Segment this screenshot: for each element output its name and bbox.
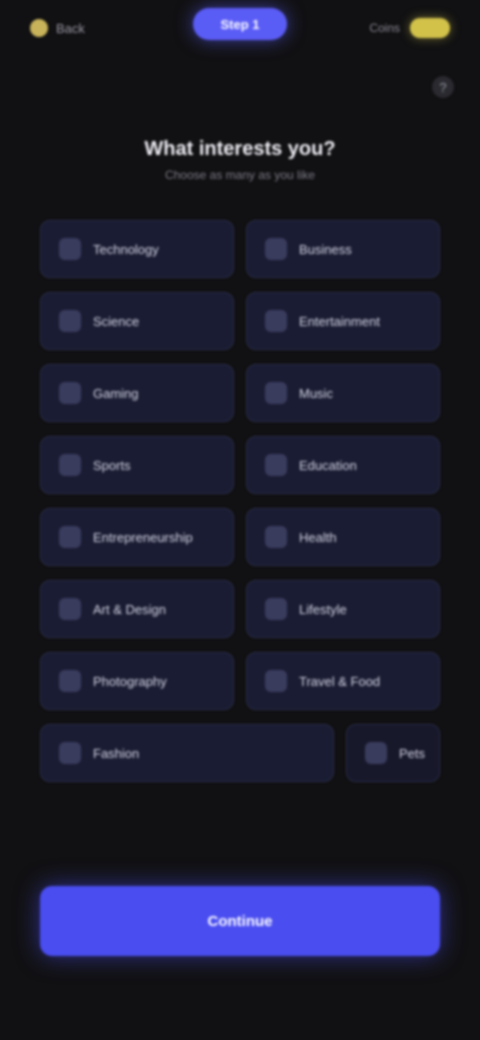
option-label: Photography: [93, 673, 167, 689]
category-icon: [59, 310, 81, 332]
category-icon: [265, 526, 287, 548]
option-chip[interactable]: Fashion: [40, 724, 334, 782]
option-chip[interactable]: Technology: [40, 220, 234, 278]
option-chip[interactable]: Gaming: [40, 364, 234, 422]
category-icon: [59, 598, 81, 620]
coin-icon: [410, 18, 450, 38]
category-icon: [59, 670, 81, 692]
option-chip[interactable]: Art & Design: [40, 580, 234, 638]
option-chip[interactable]: Lifestyle: [246, 580, 440, 638]
option-chip[interactable]: Music: [246, 364, 440, 422]
coin-balance[interactable]: Coins: [369, 14, 450, 42]
top-bar: Back Step 1 Coins: [0, 0, 480, 60]
option-label: Entertainment: [299, 313, 380, 329]
category-icon: [59, 238, 81, 260]
category-icon: [265, 670, 287, 692]
option-chip[interactable]: Pets: [346, 724, 440, 782]
category-icon: [265, 598, 287, 620]
page-title: What interests you?: [144, 138, 336, 160]
options-row: Fashion Pets: [40, 724, 440, 782]
option-label: Lifestyle: [299, 601, 347, 617]
category-icon: [59, 382, 81, 404]
option-chip[interactable]: Entrepreneurship: [40, 508, 234, 566]
category-icon: [265, 454, 287, 476]
category-icon: [265, 382, 287, 404]
options-row: Entrepreneurship Health: [40, 508, 440, 566]
options-row: Photography Travel & Food: [40, 652, 440, 710]
onboarding-interests-screen: Back Step 1 Coins ? What interests you? …: [0, 0, 480, 1040]
options-row: Science Entertainment: [40, 292, 440, 350]
option-label: Technology: [93, 241, 159, 257]
options-row: Sports Education: [40, 436, 440, 494]
category-icon: [365, 742, 387, 764]
options-row: Technology Business: [40, 220, 440, 278]
option-label: Travel & Food: [299, 673, 381, 689]
option-label: Music: [299, 385, 333, 401]
back-button[interactable]: Back: [30, 12, 85, 44]
option-chip[interactable]: Sports: [40, 436, 234, 494]
option-label: Fashion: [93, 745, 140, 761]
category-icon: [265, 238, 287, 260]
option-chip[interactable]: Health: [246, 508, 440, 566]
option-label: Education: [299, 457, 357, 473]
option-chip[interactable]: Travel & Food: [246, 652, 440, 710]
option-chip[interactable]: Entertainment: [246, 292, 440, 350]
options-row: Gaming Music: [40, 364, 440, 422]
back-label: Back: [56, 20, 85, 36]
category-icon: [265, 310, 287, 332]
options-row: Art & Design Lifestyle: [40, 580, 440, 638]
category-icon: [59, 454, 81, 476]
option-chip[interactable]: Business: [246, 220, 440, 278]
option-label: Gaming: [93, 385, 139, 401]
help-icon[interactable]: ?: [432, 76, 454, 98]
option-label: Health: [299, 529, 337, 545]
step-indicator-pill: Step 1: [193, 8, 287, 40]
back-icon: [30, 19, 48, 37]
option-label: Sports: [93, 457, 131, 473]
category-icon: [59, 526, 81, 548]
option-label: Art & Design: [93, 601, 166, 617]
page-subtitle: Choose as many as you like: [164, 168, 316, 182]
option-chip[interactable]: Photography: [40, 652, 234, 710]
option-label: Science: [93, 313, 140, 329]
option-label: Business: [299, 241, 352, 257]
coin-label: Coins: [369, 21, 400, 35]
interest-options-grid: Technology Business Science Entertainmen…: [40, 220, 440, 796]
option-chip[interactable]: Education: [246, 436, 440, 494]
category-icon: [59, 742, 81, 764]
option-label: Entrepreneurship: [93, 529, 193, 545]
continue-button[interactable]: Continue: [40, 886, 440, 956]
option-label: Pets: [399, 745, 426, 761]
option-chip[interactable]: Science: [40, 292, 234, 350]
